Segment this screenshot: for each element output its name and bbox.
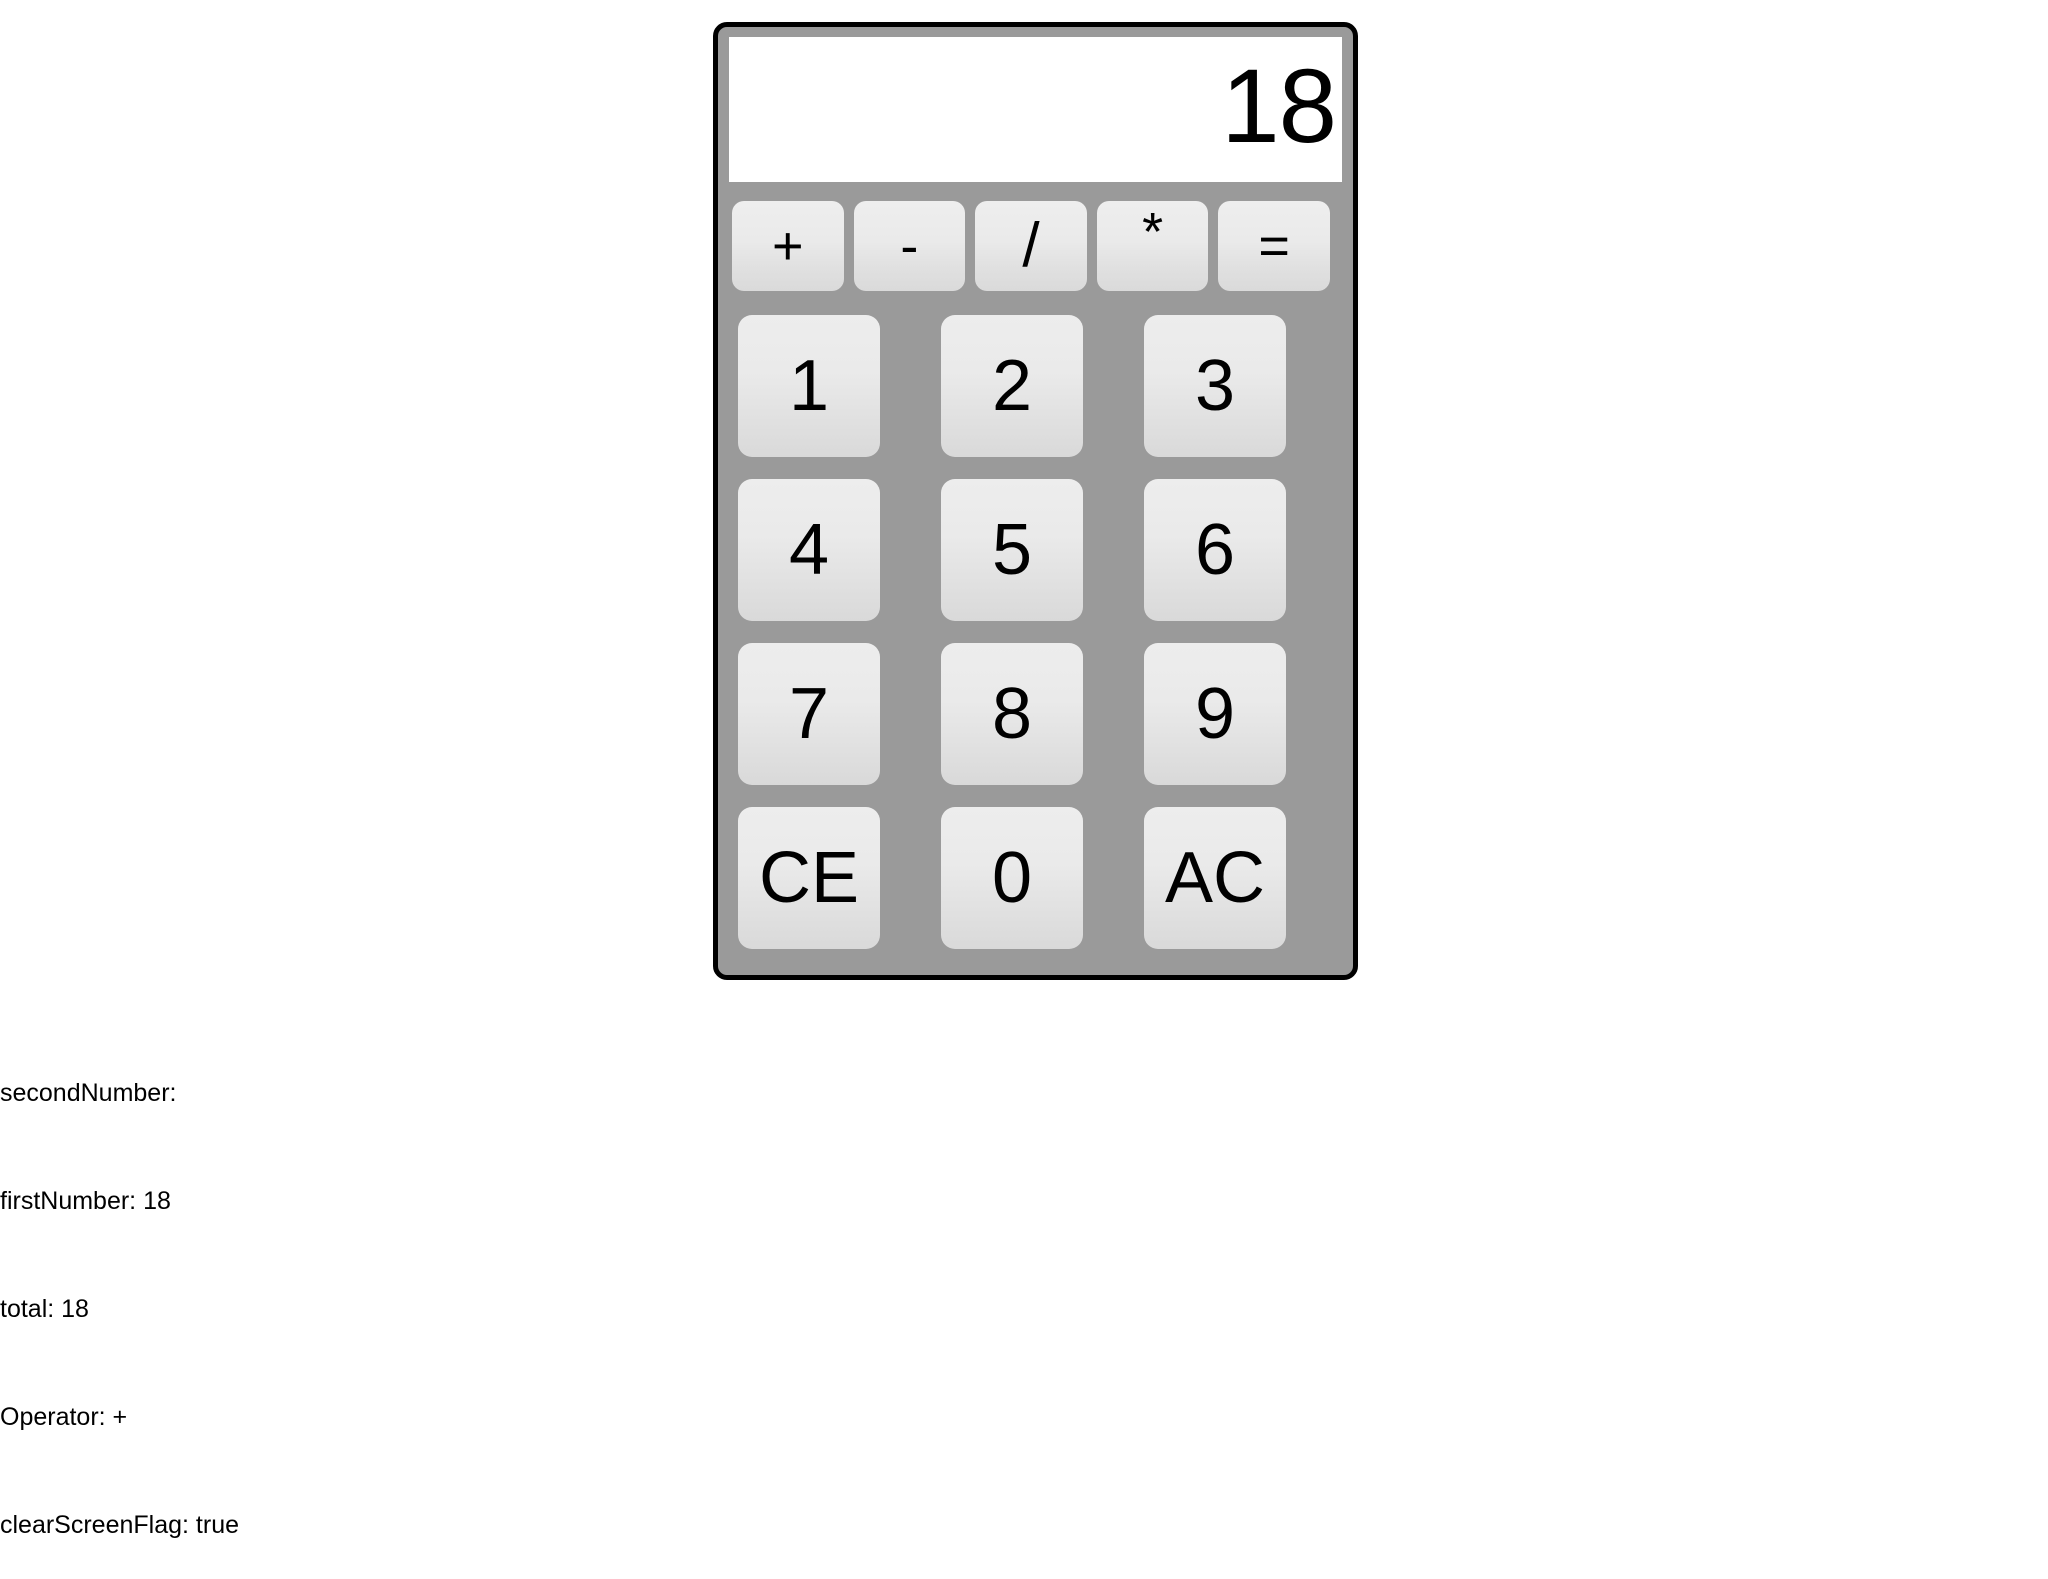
state-second-number: secondNumber: — [0, 1079, 177, 1107]
digit-9-button[interactable]: 9 — [1144, 643, 1286, 785]
equals-button[interactable]: = — [1218, 201, 1330, 291]
digit-2-button[interactable]: 2 — [941, 315, 1083, 457]
add-button[interactable]: + — [732, 201, 844, 291]
subtract-button[interactable]: - — [853, 201, 966, 291]
multiply-button[interactable]: * — [1096, 201, 1209, 291]
state-operator: Operator: + — [0, 1403, 128, 1431]
digit-8-button[interactable]: 8 — [941, 643, 1083, 785]
digit-1-button[interactable]: 1 — [738, 315, 880, 457]
digit-4-button[interactable]: 4 — [738, 479, 880, 621]
digit-5-button[interactable]: 5 — [941, 479, 1083, 621]
all-clear-button[interactable]: AC — [1144, 807, 1286, 949]
digit-7-button[interactable]: 7 — [738, 643, 880, 785]
number-key-pad: 1 2 3 4 5 6 7 8 9 CE 0 AC — [738, 315, 1326, 949]
divide-button[interactable]: / — [975, 201, 1087, 291]
state-readout: secondNumber: firstNumber: 18 total: 18 … — [0, 1003, 239, 1579]
clear-entry-button[interactable]: CE — [738, 807, 880, 949]
state-total: total: 18 — [0, 1295, 89, 1323]
display-value: 18 — [1221, 48, 1337, 165]
state-first-number: firstNumber: 18 — [0, 1187, 171, 1215]
calculator-widget: 18 + - / * = 1 2 3 4 5 6 7 8 9 CE 0 AC — [713, 22, 1358, 980]
digit-0-button[interactable]: 0 — [941, 807, 1083, 949]
calculator-display: 18 — [729, 37, 1342, 182]
operator-key-row: + - / * = — [732, 201, 1330, 291]
digit-3-button[interactable]: 3 — [1144, 315, 1286, 457]
digit-6-button[interactable]: 6 — [1144, 479, 1286, 621]
state-clear-screen-flag: clearScreenFlag: true — [0, 1511, 240, 1539]
